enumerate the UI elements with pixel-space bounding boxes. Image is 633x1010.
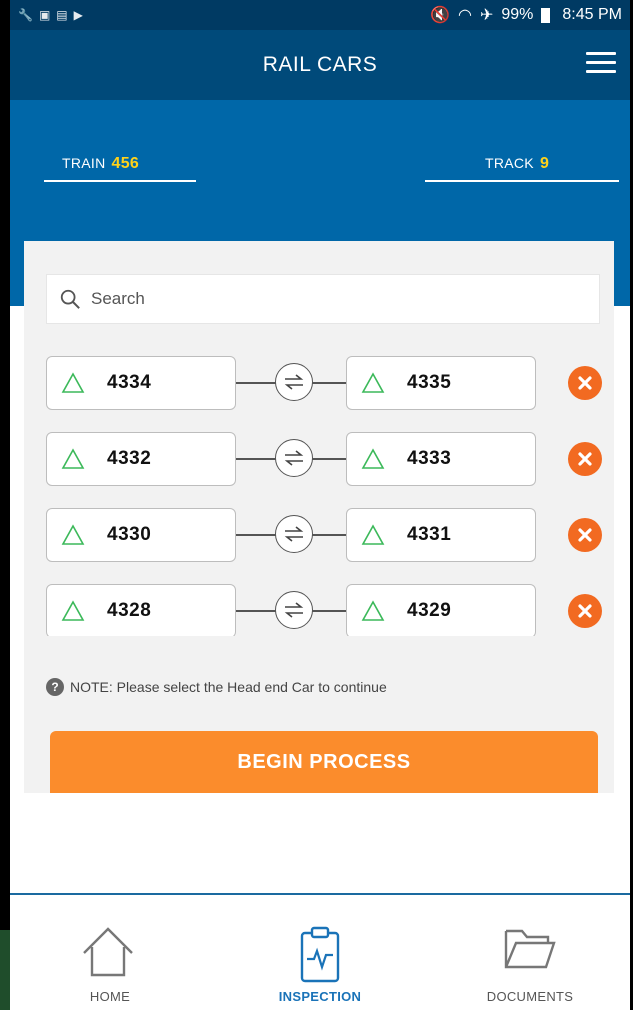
- device-frame-accent: [0, 930, 10, 1010]
- triangle-icon: [361, 524, 385, 545]
- swap-icon[interactable]: [275, 591, 313, 629]
- search-icon: [60, 289, 80, 309]
- car-left[interactable]: 4334: [46, 356, 236, 410]
- search-box: [46, 274, 600, 324]
- triangle-icon: [361, 600, 385, 621]
- car-left[interactable]: 4328: [46, 584, 236, 636]
- nav-label: DOCUMENTS: [486, 989, 574, 1004]
- car-number: 4334: [107, 372, 152, 393]
- car-pair-row: 4328 4329: [46, 584, 606, 636]
- car-left[interactable]: 4332: [46, 432, 236, 486]
- car-number: 4329: [407, 600, 452, 621]
- app-screen: 🔧 ▣ ▤ ▶ 🔇 ◠ ✈ 99% 8:45 PM RAIL CARS TRAI…: [10, 0, 630, 1010]
- remove-icon[interactable]: [568, 366, 602, 400]
- triangle-icon: [361, 448, 385, 469]
- swap-icon[interactable]: [275, 363, 313, 401]
- track-label: TRACK: [485, 155, 534, 171]
- train-underline: [44, 180, 196, 182]
- status-bar: 🔧 ▣ ▤ ▶ 🔇 ◠ ✈ 99% 8:45 PM: [10, 0, 630, 30]
- train-label: TRAIN: [62, 155, 106, 171]
- track-value: 9: [539, 155, 550, 172]
- car-number: 4332: [107, 448, 152, 469]
- triangle-icon: [61, 524, 85, 545]
- clipboard-pulse-icon: [300, 926, 340, 983]
- remove-icon[interactable]: [568, 518, 602, 552]
- gallery-icon: ▤: [56, 8, 68, 22]
- mute-icon: 🔇: [430, 7, 450, 24]
- car-number: 4328: [107, 600, 152, 621]
- track-field[interactable]: TRACK 9: [485, 155, 549, 173]
- notification-icon: ▣: [38, 8, 51, 22]
- device-frame-left: [0, 0, 10, 1010]
- folder-icon: [504, 929, 556, 969]
- system-status: 🔇 ◠ ✈ 99% 8:45 PM: [430, 5, 622, 25]
- car-number: 4335: [407, 372, 452, 393]
- remove-icon[interactable]: [568, 442, 602, 476]
- car-pair-list[interactable]: 4334 4335 4332 4333 4330 4331 4328 4329: [46, 356, 606, 636]
- car-right[interactable]: 4333: [346, 432, 536, 486]
- triangle-icon: [61, 372, 85, 393]
- wrench-icon: 🔧: [18, 8, 33, 22]
- nav-label: INSPECTION: [278, 989, 362, 1004]
- home-icon: [83, 927, 133, 977]
- car-pair-row: 4330 4331: [46, 508, 606, 584]
- swap-icon[interactable]: [275, 515, 313, 553]
- car-number: 4330: [107, 524, 152, 545]
- hamburger-menu-icon[interactable]: [586, 52, 616, 76]
- triangle-icon: [61, 448, 85, 469]
- note-text: NOTE: Please select the Head end Car to …: [70, 679, 387, 695]
- airplane-icon: ✈: [479, 7, 494, 24]
- bottom-nav: HOME INSPECTION DOCUMENTS: [10, 893, 630, 1010]
- track-underline: [425, 180, 619, 182]
- triangle-icon: [61, 600, 85, 621]
- begin-process-button[interactable]: BEGIN PROCESS: [50, 731, 598, 793]
- help-icon: ?: [46, 678, 64, 696]
- search-input[interactable]: [89, 288, 573, 310]
- train-field[interactable]: TRAIN 456: [62, 155, 139, 173]
- car-right[interactable]: 4331: [346, 508, 536, 562]
- car-pair-row: 4332 4333: [46, 432, 606, 508]
- battery-percent: 99%: [501, 6, 534, 23]
- nav-home[interactable]: HOME: [10, 895, 210, 1010]
- page-title: RAIL CARS: [262, 53, 378, 76]
- rail-cars-card: 4334 4335 4332: [24, 241, 614, 793]
- car-left[interactable]: 4330: [46, 508, 236, 562]
- notification-icons: 🔧 ▣ ▤ ▶: [18, 8, 83, 22]
- app-header: RAIL CARS: [10, 30, 630, 100]
- note: ? NOTE: Please select the Head end Car t…: [46, 678, 387, 696]
- remove-icon[interactable]: [568, 594, 602, 628]
- nav-label: HOME: [89, 989, 131, 1004]
- play-icon: ▶: [73, 8, 83, 22]
- nav-inspection[interactable]: INSPECTION: [220, 895, 420, 1010]
- train-value: 456: [111, 155, 140, 172]
- clock: 8:45 PM: [562, 6, 622, 23]
- wifi-icon: ◠: [458, 7, 472, 24]
- car-pair-row: 4334 4335: [46, 356, 606, 432]
- nav-documents[interactable]: DOCUMENTS: [430, 895, 630, 1010]
- battery-icon: [541, 7, 551, 23]
- car-right[interactable]: 4335: [346, 356, 536, 410]
- car-number: 4333: [407, 448, 452, 469]
- car-number: 4331: [407, 524, 452, 545]
- car-right[interactable]: 4329: [346, 584, 536, 636]
- swap-icon[interactable]: [275, 439, 313, 477]
- triangle-icon: [361, 372, 385, 393]
